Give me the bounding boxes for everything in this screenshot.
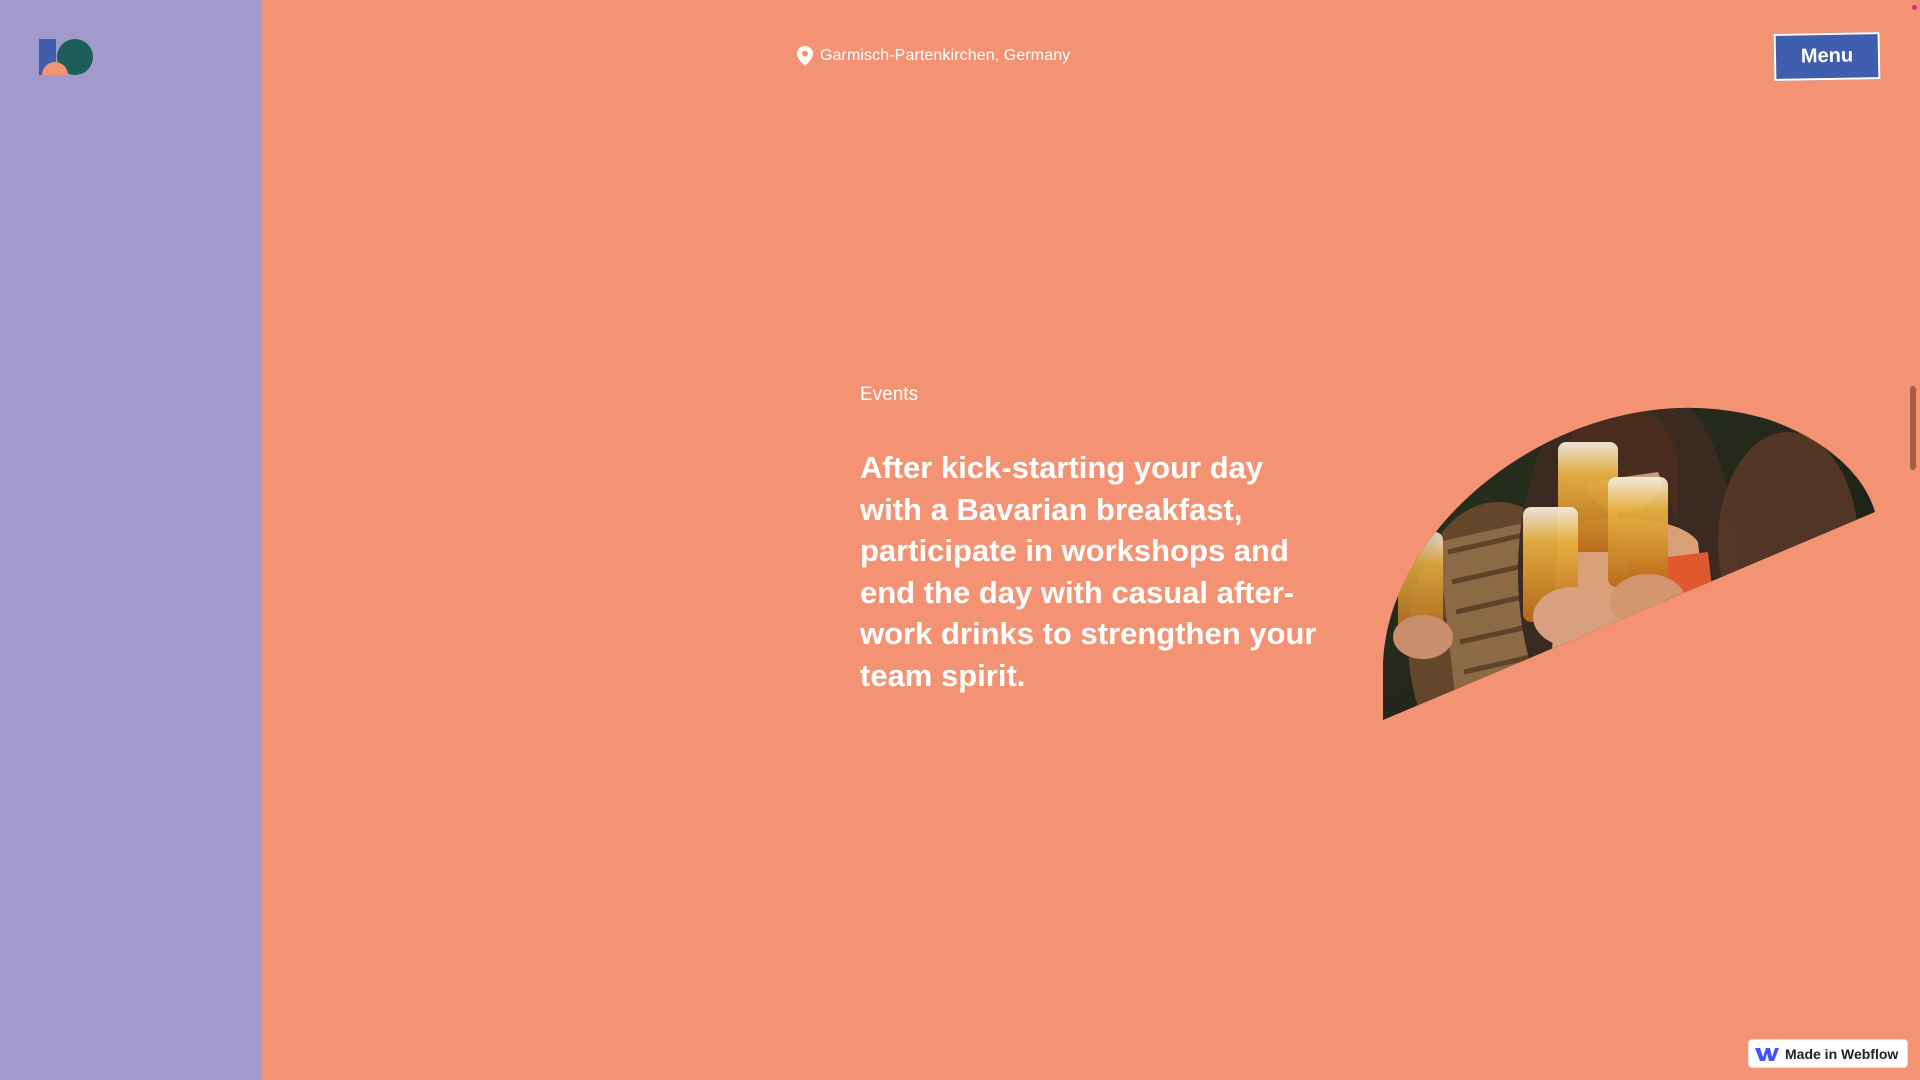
scrollbar[interactable] bbox=[1906, 0, 1920, 1080]
scrollbar-thumb[interactable] bbox=[1910, 386, 1916, 470]
section-headline: After kick-starting your day with a Bava… bbox=[860, 450, 1317, 693]
section-label: Events bbox=[860, 384, 919, 405]
events-photo bbox=[1383, 407, 1875, 720]
webflow-w-icon bbox=[1755, 1047, 1779, 1061]
sidebar-panel bbox=[0, 0, 261, 1080]
location-label: Garmisch-Partenkirchen, Germany bbox=[797, 46, 1070, 66]
brand-logo-icon[interactable] bbox=[39, 39, 93, 75]
corner-indicator bbox=[1912, 5, 1917, 10]
menu-button-label: Menu bbox=[1800, 44, 1854, 68]
webflow-badge-label: Made in Webflow bbox=[1785, 1045, 1899, 1062]
made-in-webflow-badge[interactable]: Made in Webflow bbox=[1748, 1039, 1908, 1068]
page: Garmisch-Partenkirchen, Germany Menu Eve… bbox=[0, 0, 1920, 1080]
map-pin-icon bbox=[797, 46, 813, 66]
menu-button[interactable]: Menu bbox=[1773, 32, 1881, 81]
location-text: Garmisch-Partenkirchen, Germany bbox=[820, 47, 1071, 64]
